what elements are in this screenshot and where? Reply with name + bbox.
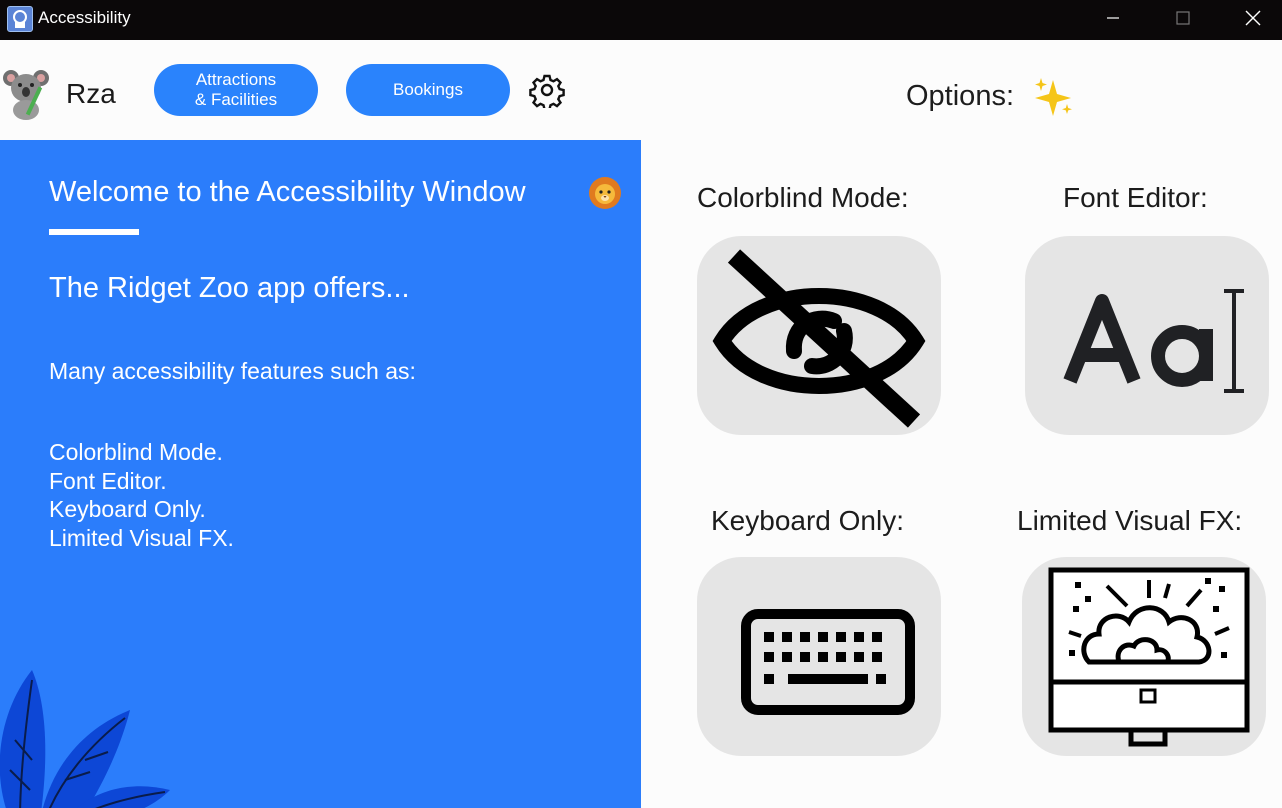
limited-visual-fx-label: Limited Visual FX:	[1017, 505, 1243, 536]
welcome-heading: Welcome to the Accessibility Window	[49, 176, 526, 208]
keyboard-icon	[741, 608, 915, 715]
attractions-label-line2: & Facilities	[194, 90, 278, 109]
close-button[interactable]	[1218, 0, 1282, 36]
maximize-icon	[1176, 11, 1190, 25]
leaf-decoration	[0, 670, 170, 808]
keyboard-only-button[interactable]	[697, 557, 941, 756]
info-panel: Welcome to the Accessibility Window The …	[0, 140, 641, 808]
maximize-button[interactable]	[1148, 0, 1218, 36]
list-item: Limited Visual FX.	[49, 524, 234, 551]
offers-heading: The Ridget Zoo app offers...	[49, 272, 410, 304]
font-editor-button[interactable]	[1025, 236, 1269, 435]
heading-underline	[49, 229, 139, 235]
minimize-icon	[1107, 17, 1119, 19]
options-heading: Options:	[906, 80, 1014, 112]
app-icon	[7, 6, 33, 32]
bookings-label: Bookings	[393, 80, 463, 99]
title-bar: Accessibility	[0, 0, 1282, 40]
colorblind-mode-button[interactable]	[697, 236, 941, 435]
font-aa-icon	[1063, 288, 1244, 393]
settings-gear-icon[interactable]	[529, 72, 565, 111]
monitor-fx-icon	[1048, 567, 1250, 746]
lion-icon	[587, 175, 623, 211]
close-icon	[1245, 10, 1261, 26]
eye-slash-icon	[712, 248, 926, 428]
list-item: Font Editor.	[49, 467, 167, 494]
list-item: Colorblind Mode.	[49, 439, 223, 465]
font-editor-label: Font Editor:	[1063, 182, 1208, 213]
list-item: Keyboard Only.	[49, 496, 206, 522]
colorblind-mode-label: Colorblind Mode:	[697, 182, 909, 213]
keyboard-only-label: Keyboard Only:	[711, 505, 904, 536]
bookings-button[interactable]: Bookings	[346, 64, 510, 116]
minimize-button[interactable]	[1078, 0, 1148, 36]
brand-name: Rza	[66, 78, 116, 109]
features-intro: Many accessibility features such as:	[49, 358, 416, 384]
attractions-label-line1: Attractions	[195, 70, 277, 89]
attractions-facilities-button[interactable]: Attractions & Facilities	[154, 64, 318, 116]
limited-visual-fx-button[interactable]	[1022, 557, 1266, 756]
window-title: Accessibility	[38, 8, 131, 27]
koala-logo-icon[interactable]	[2, 66, 50, 120]
sparkles-icon	[1033, 76, 1075, 118]
feature-list: Colorblind Mode. Font Editor. Keyboard O…	[49, 438, 234, 552]
attractions-label: Attractions & Facilities	[195, 70, 277, 110]
